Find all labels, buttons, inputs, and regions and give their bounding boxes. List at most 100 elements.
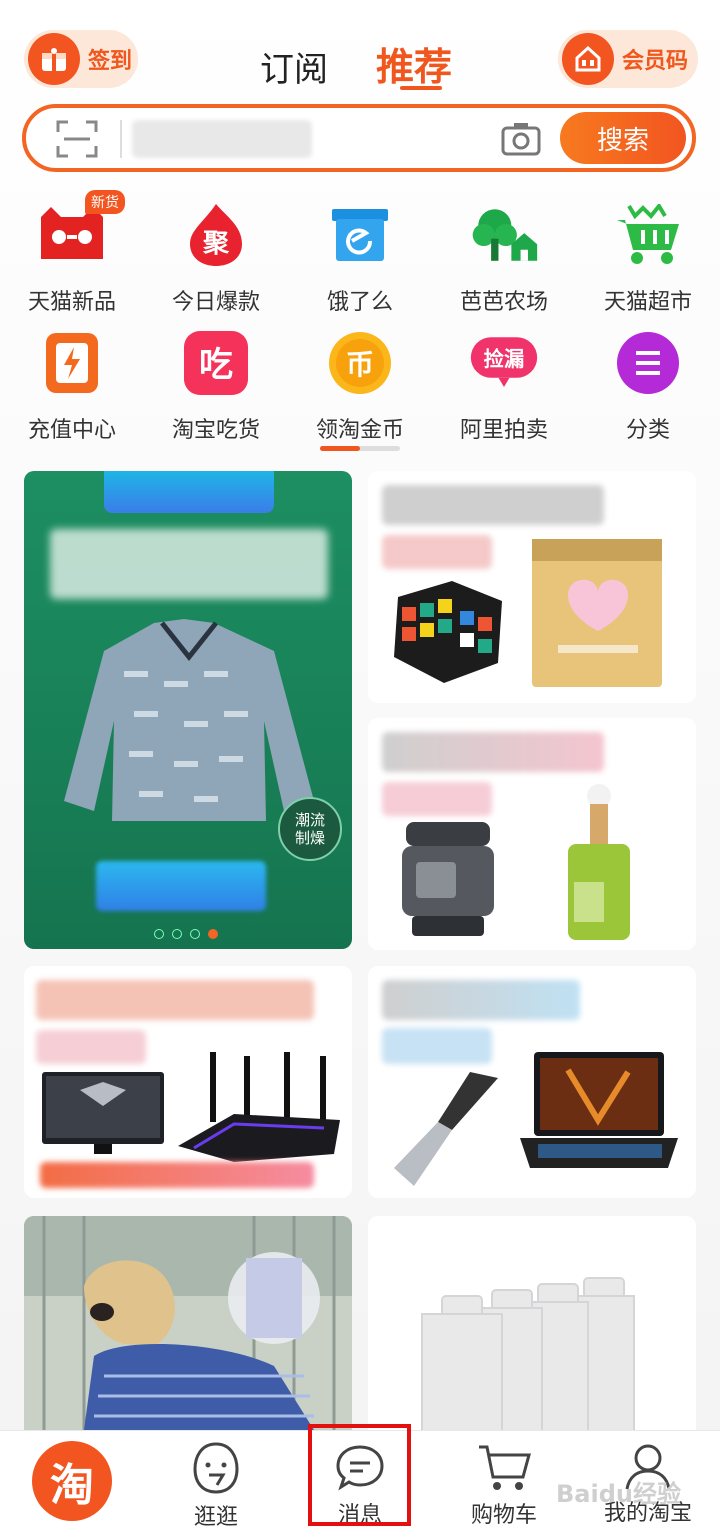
dot [172, 929, 182, 939]
signin-label: 签到 [88, 49, 133, 74]
kitchen-knife-image [394, 1072, 498, 1186]
shortcut-label: 天猫新品 [27, 290, 116, 315]
pager-active [320, 446, 360, 451]
shortcut-auction[interactable]: 捡漏 阿里拍卖 [434, 318, 574, 446]
category-menu-icon [613, 328, 683, 398]
shortcut-label: 芭芭农场 [459, 290, 548, 315]
shortcut-tmall-supermarket[interactable]: 天猫超市 [578, 190, 718, 318]
shopping-cart-icon [613, 200, 683, 270]
search-button[interactable]: 搜索 [560, 112, 686, 164]
gaming-laptop-image [520, 1052, 678, 1168]
auction-glyph: 捡漏 [484, 347, 525, 371]
chi-food-icon: 吃 [181, 328, 251, 398]
nav-home[interactable]: 淘 [7, 1431, 137, 1532]
camera-icon[interactable] [500, 120, 542, 158]
product-card-1[interactable] [368, 471, 696, 703]
monitor-image [42, 1072, 164, 1154]
guangguang-face-icon [193, 1442, 239, 1494]
shortcut-label: 充值中心 [27, 418, 116, 443]
taobao-home: 签到 订阅 推荐 会员码 搜索 新货 天猫新品 聚 今日爆款 饿了么 芭芭农场 … [0, 0, 720, 1532]
banner-title-blurred [50, 529, 328, 599]
product-card-3[interactable] [24, 966, 352, 1198]
banner-button-blurred [96, 861, 266, 911]
coin-glyph: 币 [346, 348, 374, 381]
nav-label: 逛逛 [193, 1505, 238, 1530]
auction-icon: 捡漏 [469, 328, 539, 398]
new-badge: 新货 [85, 190, 125, 214]
shortcut-label: 饿了么 [326, 290, 393, 315]
dot-active [208, 929, 218, 939]
scan-icon[interactable] [56, 120, 98, 158]
nav-guangguang[interactable]: 逛逛 [151, 1431, 281, 1532]
cart-icon [479, 1445, 531, 1490]
gift-icon [28, 33, 80, 85]
serum-bottle-image [568, 784, 630, 940]
farm-tree-icon [469, 200, 539, 270]
water-filter-image [421, 1277, 635, 1430]
shortcut-foodie[interactable]: 吃 淘宝吃货 [146, 318, 286, 446]
member-house-icon [562, 33, 614, 85]
nav-cart[interactable]: 购物车 [439, 1431, 569, 1532]
shortcut-hot-today[interactable]: 聚 今日爆款 [146, 190, 286, 318]
router-image [178, 1052, 340, 1162]
rubiks-cube-image [394, 581, 502, 683]
ju-flame-icon: 聚 [181, 200, 251, 270]
banner-card[interactable]: 潮流 制燥 [24, 471, 352, 949]
banner-dots [154, 929, 218, 939]
search-bar[interactable]: 搜索 [22, 104, 696, 172]
shortcut-baba-farm[interactable]: 芭芭农场 [434, 190, 574, 318]
card-subtitle-blurred [382, 1028, 492, 1064]
product-card-4[interactable] [368, 966, 696, 1198]
message-highlight-box [308, 1424, 411, 1526]
member-code-label: 会员码 [622, 49, 689, 74]
taobao-logo-icon: 淘 [32, 1441, 112, 1521]
shortcut-eleme[interactable]: 饿了么 [290, 190, 430, 318]
ju-glyph: 聚 [202, 229, 230, 259]
shortcut-gold-coin[interactable]: 币 领淘金币 [290, 318, 430, 446]
shortcut-row-1: 新货 天猫新品 聚 今日爆款 饿了么 芭芭农场 天猫超市 [0, 190, 720, 318]
dot [190, 929, 200, 939]
gold-coin-icon: 币 [325, 328, 395, 398]
card-title-blurred [382, 980, 580, 1020]
card-title-blurred [382, 732, 604, 772]
shortcut-recharge[interactable]: 充值中心 [2, 318, 142, 446]
banner-tag: 潮流 制燥 [278, 797, 342, 861]
card-title-blurred [36, 980, 314, 1020]
search-divider [120, 120, 122, 158]
shortcut-row-2: 充值中心 吃 淘宝吃货 币 领淘金币 捡漏 阿里拍卖 分类 [0, 318, 720, 446]
feed-tabs: 订阅 推荐 [260, 36, 452, 91]
dog-photo [24, 1216, 352, 1430]
shortcut-grid: 新货 天猫新品 聚 今日爆款 饿了么 芭芭农场 天猫超市 充值中心 吃 淘宝吃货… [0, 190, 720, 446]
product-card-2[interactable] [368, 718, 696, 950]
watermark: Baidu经验 [556, 1480, 681, 1508]
signin-button[interactable]: 签到 [24, 30, 138, 88]
phone-bolt-icon [37, 328, 107, 398]
search-placeholder-blurred [132, 120, 312, 158]
card-subtitle-blurred [36, 1030, 146, 1064]
dog-feed-card[interactable] [24, 1216, 352, 1430]
card-title-blurred [382, 485, 604, 525]
filter-product-card[interactable] [368, 1216, 696, 1430]
shortcut-tmall-new[interactable]: 新货 天猫新品 [2, 190, 142, 318]
shortcut-category[interactable]: 分类 [578, 318, 718, 446]
card-price-blurred [40, 1162, 314, 1188]
shortcut-label: 分类 [625, 418, 670, 443]
card-subtitle-blurred [382, 782, 492, 816]
chi-glyph: 吃 [199, 345, 233, 385]
member-code-button[interactable]: 会员码 [558, 30, 698, 88]
shortcut-label: 天猫超市 [603, 290, 692, 315]
rice-cooker-image [402, 822, 494, 936]
milk-powder-box-image [532, 539, 662, 687]
tmall-cat-icon: 新货 [37, 190, 125, 270]
active-tab-indicator [400, 86, 442, 90]
shortcut-label: 今日爆款 [171, 290, 260, 315]
shortcut-pager [320, 446, 400, 451]
tab-recommend[interactable]: 推荐 [376, 36, 452, 91]
shortcut-label: 领淘金币 [315, 418, 404, 443]
nav-label: 购物车 [470, 1503, 537, 1528]
shortcut-label: 淘宝吃货 [171, 418, 260, 443]
eleme-box-icon [325, 200, 395, 270]
dot [154, 929, 164, 939]
shortcut-label: 阿里拍卖 [459, 418, 548, 443]
tab-subscribe[interactable]: 订阅 [260, 42, 328, 91]
